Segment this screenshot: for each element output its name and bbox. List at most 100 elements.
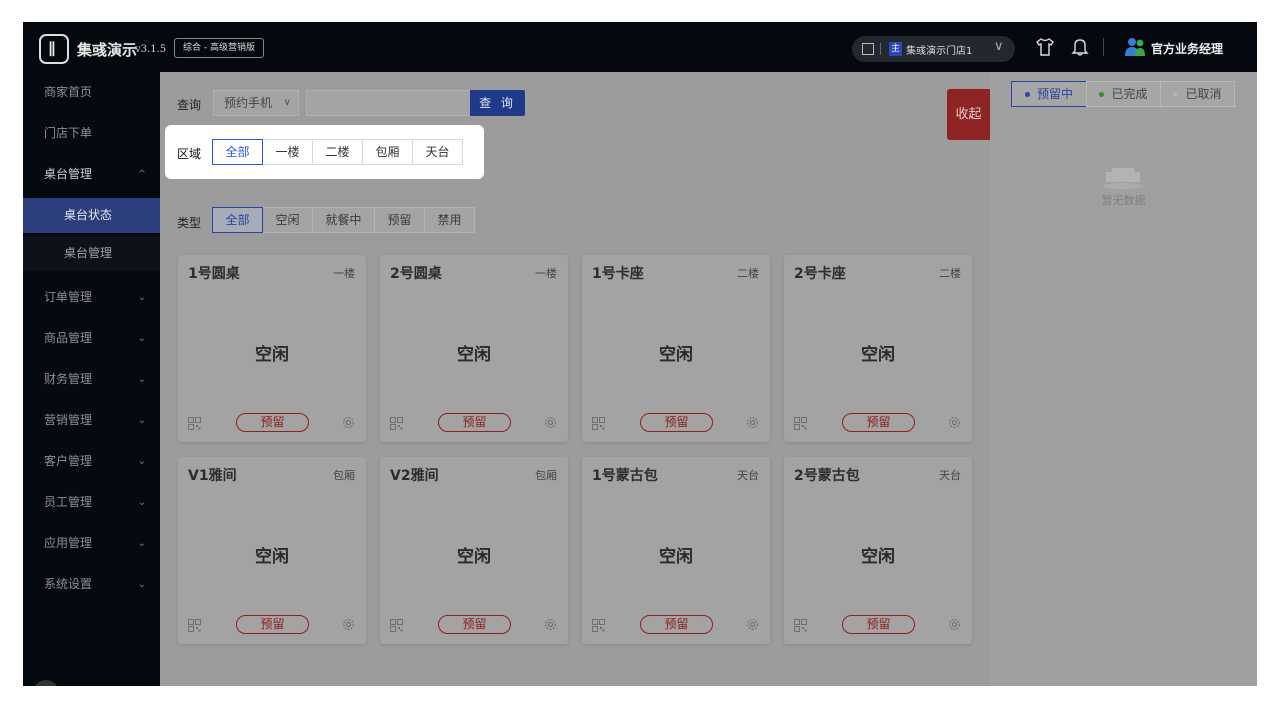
qr-code-icon[interactable] [794, 417, 807, 430]
sidebar-item-label: 客户管理 [44, 454, 93, 468]
query-type-select[interactable]: 预约手机 ∨ [213, 90, 299, 116]
type-segmented-control: 全部 空闲 就餐中 预留 禁用 [212, 207, 475, 233]
table-card[interactable]: 1号圆桌 一楼 空闲 预留 [178, 255, 366, 442]
sidebar-item-staff[interactable]: 员工管理 ⌄ [23, 482, 160, 523]
sidebar-item-settings[interactable]: 系统设置 ⌄ [23, 564, 160, 605]
table-name: 1号圆桌 [188, 266, 240, 282]
gear-icon[interactable] [341, 415, 356, 430]
reserve-button[interactable]: 预留 [236, 615, 309, 634]
sidebar-item-apps[interactable]: 应用管理 ⌄ [23, 523, 160, 564]
table-card[interactable]: 2号蒙古包 天台 空闲 预留 [784, 457, 972, 644]
qr-code-icon[interactable] [390, 417, 403, 430]
reserve-button[interactable]: 预留 [842, 615, 915, 634]
chevron-up-icon: ^ [137, 169, 146, 180]
sidebar-item-customers[interactable]: 客户管理 ⌄ [23, 441, 160, 482]
user-avatar-icon[interactable] [1124, 36, 1146, 58]
type-option-reserved[interactable]: 预留 [374, 207, 425, 233]
gear-icon[interactable] [543, 415, 558, 430]
shirt-icon[interactable] [1035, 37, 1055, 57]
sidebar-item-table-management[interactable]: 桌台管理 ^ [23, 154, 160, 195]
region-option-1f[interactable]: 一楼 [262, 139, 313, 165]
region-filter: 区域 全部 一楼 二楼 包厢 天台 [165, 125, 484, 179]
type-option-dining[interactable]: 就餐中 [312, 207, 375, 233]
table-card[interactable]: V2雅间 包厢 空闲 预留 [380, 457, 568, 644]
chevron-down-icon: ⌄ [137, 456, 146, 467]
reserve-button[interactable]: 预留 [640, 413, 713, 432]
chevron-down-icon: ∨ [994, 39, 1004, 54]
sidebar-item-orders[interactable]: 订单管理 ⌄ [23, 277, 160, 318]
tab-cancelled[interactable]: 已取消 [1160, 81, 1235, 107]
app-window: ∥ 集彧演示 v3.1.5 综合 - 高级营销版 主 集彧演示门店1 ∨ 官方业… [23, 22, 1257, 686]
sidebar-item-home[interactable]: 商家首页 [23, 72, 160, 113]
sidebar-item-label: 桌台状态 [64, 208, 113, 222]
qr-code-icon[interactable] [592, 619, 605, 632]
sidebar-item-store-order[interactable]: 门店下单 [23, 113, 160, 154]
table-card[interactable]: 2号圆桌 一楼 空闲 预留 [380, 255, 568, 442]
query-type-value: 预约手机 [224, 96, 273, 110]
sidebar-item-label: 商家首页 [44, 85, 93, 99]
reserve-button[interactable]: 预留 [842, 413, 915, 432]
reserve-button[interactable]: 预留 [640, 615, 713, 634]
type-option-disabled[interactable]: 禁用 [424, 207, 475, 233]
region-label: 区域 [177, 147, 202, 161]
sidebar-item-products[interactable]: 商品管理 ⌄ [23, 318, 160, 359]
chevron-down-icon: ⌄ [137, 415, 146, 426]
tab-completed[interactable]: 已完成 [1086, 81, 1161, 107]
tab-reserving[interactable]: 预留中 [1011, 81, 1087, 107]
sidebar-subitem-table-admin[interactable]: 桌台管理 [23, 236, 160, 271]
app-version: v3.1.5 [135, 44, 167, 55]
reserve-button[interactable]: 预留 [236, 413, 309, 432]
table-card[interactable]: 1号卡座 二楼 空闲 预留 [582, 255, 770, 442]
region-option-all[interactable]: 全部 [212, 139, 263, 165]
gear-icon[interactable] [745, 617, 760, 632]
sidebar-item-label: 桌台管理 [44, 167, 93, 181]
type-option-all[interactable]: 全部 [212, 207, 263, 233]
qr-code-icon[interactable] [390, 619, 403, 632]
table-card[interactable]: 2号卡座 二楼 空闲 预留 [784, 255, 972, 442]
qr-code-icon[interactable] [188, 417, 201, 430]
logo-icon[interactable]: ∥ [39, 34, 69, 64]
tab-label: 预留中 [1036, 87, 1073, 101]
reserve-button[interactable]: 预留 [438, 615, 511, 634]
qr-code-icon[interactable] [794, 619, 807, 632]
sidebar-item-marketing[interactable]: 营销管理 ⌄ [23, 400, 160, 441]
gear-icon[interactable] [543, 617, 558, 632]
main-content: 查询 预约手机 ∨ 查 询 收起 区域 全部 一楼 二楼 包厢 天台 类型 全部… [160, 72, 990, 686]
region-option-rooftop[interactable]: 天台 [412, 139, 463, 165]
edition-tag: 综合 - 高级营销版 [174, 38, 264, 58]
table-floor: 包厢 [535, 469, 557, 482]
search-button[interactable]: 查 询 [470, 90, 525, 116]
table-card[interactable]: V1雅间 包厢 空闲 预留 [178, 457, 366, 644]
store-switcher[interactable]: 主 集彧演示门店1 ∨ [852, 36, 1015, 62]
avatar[interactable] [33, 680, 59, 686]
gear-icon[interactable] [947, 415, 962, 430]
qr-code-icon[interactable] [188, 619, 201, 632]
table-status: 空闲 [457, 345, 491, 365]
bell-icon[interactable] [1071, 37, 1089, 57]
table-status: 空闲 [659, 345, 693, 365]
table-name: 2号蒙古包 [794, 468, 860, 484]
region-option-private-room[interactable]: 包厢 [362, 139, 413, 165]
gear-icon[interactable] [947, 617, 962, 632]
table-name: 1号卡座 [592, 266, 644, 282]
chevron-down-icon: ⌄ [137, 333, 146, 344]
reserve-button[interactable]: 预留 [438, 413, 511, 432]
gear-icon[interactable] [341, 617, 356, 632]
collapse-button[interactable]: 收起 [947, 89, 990, 140]
gear-icon[interactable] [745, 415, 760, 430]
sidebar-subitem-table-status[interactable]: 桌台状态 [23, 198, 160, 233]
tab-label: 已完成 [1111, 87, 1148, 101]
chevron-down-icon: ⌄ [137, 538, 146, 549]
qr-code-icon[interactable] [592, 417, 605, 430]
table-status: 空闲 [659, 547, 693, 567]
sidebar-item-label: 商品管理 [44, 331, 93, 345]
region-option-2f[interactable]: 二楼 [312, 139, 363, 165]
table-card[interactable]: 1号蒙古包 天台 空闲 预留 [582, 457, 770, 644]
user-name[interactable]: 官方业务经理 [1151, 40, 1223, 57]
empty-state-text: 暂无数据 [1101, 194, 1146, 207]
type-option-idle[interactable]: 空闲 [262, 207, 313, 233]
sidebar-item-finance[interactable]: 财务管理 ⌄ [23, 359, 160, 400]
chevron-down-icon: ⌄ [137, 579, 146, 590]
search-input[interactable] [306, 90, 471, 116]
sidebar: 商家首页 门店下单 桌台管理 ^ 桌台状态 桌台管理 订单管理 ⌄ 商品管理 ⌄ 财务… [23, 72, 160, 686]
